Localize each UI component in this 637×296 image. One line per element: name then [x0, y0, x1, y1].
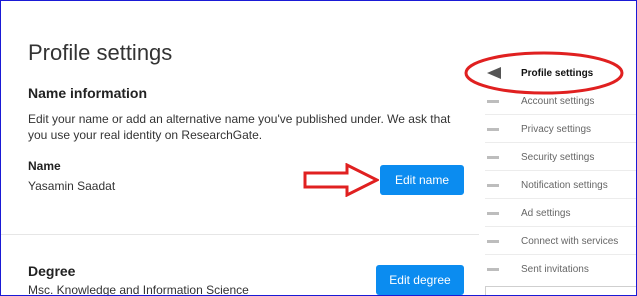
sidebar-item-sent-invitations[interactable]: Sent invitations: [485, 255, 636, 283]
sidebar-item-label: Privacy settings: [521, 123, 592, 135]
sidebar-item-label: Account settings: [521, 95, 595, 107]
sidebar-item-connect-with-services[interactable]: Connect with services: [485, 227, 636, 255]
page-title: Profile settings: [28, 40, 173, 65]
dash-icon: [487, 99, 499, 103]
edit-name-button[interactable]: Edit name: [380, 165, 464, 195]
name-value: Yasamin Saadat: [28, 179, 116, 193]
dash-icon: [487, 183, 499, 187]
dash-icon: [487, 211, 499, 215]
sidebar-item-notification-settings[interactable]: Notification settings: [485, 171, 636, 199]
degree-value: Msc. Knowledge and Information Science: [28, 283, 249, 296]
name-label: Name: [28, 159, 61, 173]
sidebar-item-security-settings[interactable]: Security settings: [485, 143, 636, 171]
degree-heading: Degree: [28, 263, 76, 279]
sidebar-item-label: Sent invitations: [521, 263, 589, 275]
red-ellipse-annotation-icon: [464, 51, 624, 95]
sidebar-bottom-panel: [485, 286, 636, 295]
sidebar-item-label: Notification settings: [521, 179, 608, 191]
name-information-heading: Name information: [28, 85, 148, 101]
main-content: Profile settings Name information Edit y…: [1, 1, 479, 295]
dash-icon: [487, 155, 499, 159]
sidebar-item-privacy-settings[interactable]: Privacy settings: [485, 115, 636, 143]
dash-icon: [487, 267, 499, 271]
sidebar-item-label: Security settings: [521, 151, 595, 163]
section-divider: [1, 234, 479, 235]
dash-icon: [487, 239, 499, 243]
sidebar-item-label: Ad settings: [521, 207, 571, 219]
sidebar-item-ad-settings[interactable]: Ad settings: [485, 199, 636, 227]
sidebar-item-label: Connect with services: [521, 235, 619, 247]
screenshot-frame: Profile settings Name information Edit y…: [0, 0, 637, 296]
dash-icon: [487, 127, 499, 131]
name-information-description: Edit your name or add an alternative nam…: [28, 112, 451, 142]
edit-degree-button[interactable]: Edit degree: [376, 265, 464, 295]
red-arrow-annotation-icon: [303, 163, 379, 197]
settings-sidebar: Profile settings Account settings Privac…: [479, 1, 636, 295]
